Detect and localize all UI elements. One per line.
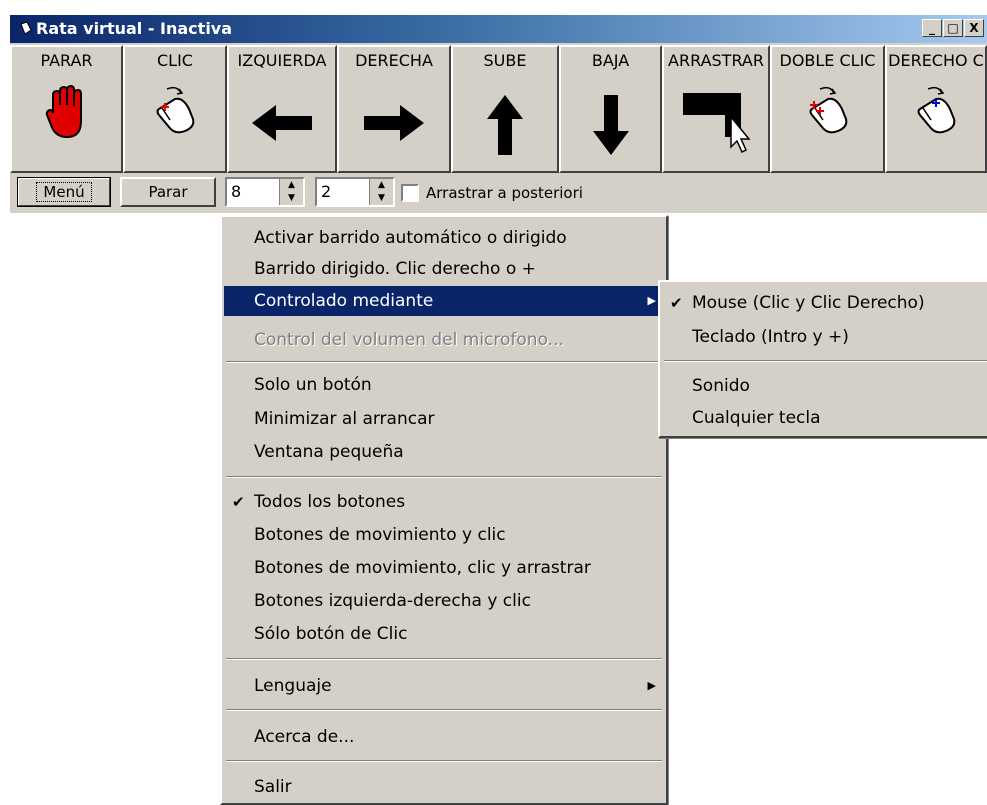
click-button[interactable]: CLIC <box>123 45 227 173</box>
drag-button[interactable]: ARRASTRAR <box>662 45 770 173</box>
left-button[interactable]: IZQUIERDA <box>227 45 337 173</box>
menu-item-click-only[interactable]: Sólo botón de Clic <box>224 619 664 649</box>
submenu-item-sound[interactable]: Sonido <box>662 371 985 401</box>
down-button[interactable]: BAJA <box>559 45 662 173</box>
menu-button-label: Menú <box>36 182 92 202</box>
step-spinner[interactable]: 2 ▲ ▼ <box>315 177 395 207</box>
control-row: Menú Parar 8 ▲ ▼ 2 ▲ ▼ Arrastrar a posteri… <box>10 175 987 211</box>
menu-item-exit[interactable]: Salir <box>224 772 664 802</box>
submenu-item-mouse-label: Mouse (Clic y Clic Derecho) <box>692 293 925 313</box>
maximize-button[interactable]: □ <box>943 19 963 37</box>
action-toolbar: PARAR CLIC IZQUIERDA DERECHA SUBE BAJA A… <box>10 45 987 173</box>
main-menu: Activar barrido automático o dirigido Ba… <box>220 215 668 805</box>
step-spinner-value: 2 <box>321 182 332 201</box>
submenu-arrow-icon: ▶ <box>647 294 656 307</box>
menu-item-directed-scan[interactable]: Barrido dirigido. Clic derecho o + <box>224 254 664 284</box>
mouse-right-click-icon <box>917 86 956 134</box>
menu-item-move-click[interactable]: Botones de movimiento y clic <box>224 520 664 550</box>
drag-button-label: ARRASTRAR <box>668 51 764 70</box>
stop-small-button[interactable]: Parar <box>120 177 216 207</box>
step-spinner-arrows[interactable]: ▲ ▼ <box>369 179 393 205</box>
menu-item-left-right-click[interactable]: Botones izquierda-derecha y clic <box>224 586 664 616</box>
menu-item-auto-scan[interactable]: Activar barrido automático o dirigido <box>224 223 664 253</box>
menu-item-controlled-by[interactable]: Controlado mediante ▶ <box>224 286 664 316</box>
menu-separator <box>226 476 662 478</box>
controlled-by-submenu: ✔ Mouse (Clic y Clic Derecho) Teclado (I… <box>658 280 987 438</box>
click-button-label: CLIC <box>157 51 193 70</box>
mouse-double-click-icon <box>809 86 847 134</box>
speed-spinner[interactable]: 8 ▲ ▼ <box>225 177 305 207</box>
menu-item-mic-volume: Control del volumen del microfono... <box>254 330 564 350</box>
drag-after-checkbox[interactable] <box>401 184 419 202</box>
check-icon: ✔ <box>232 493 245 511</box>
menu-separator <box>226 709 662 711</box>
mouse-click-icon <box>156 86 195 134</box>
right-click-button[interactable]: DERECHO C <box>885 45 987 173</box>
menu-separator <box>226 361 662 363</box>
arrow-right-icon <box>364 105 424 141</box>
menu-item-language-label: Lenguaje <box>254 676 332 696</box>
drag-icon <box>683 93 751 154</box>
right-button-label: DERECHA <box>355 51 433 70</box>
up-button[interactable]: SUBE <box>451 45 559 173</box>
speed-spinner-arrows[interactable]: ▲ ▼ <box>279 179 303 205</box>
menu-separator <box>664 360 987 362</box>
menu-separator <box>226 658 662 660</box>
drag-after-label: Arrastrar a posteriori <box>426 184 583 202</box>
mouse-app-icon <box>20 21 32 35</box>
menu-item-all-buttons[interactable]: ✔ Todos los botones <box>224 487 664 517</box>
arrow-left-icon <box>252 105 312 141</box>
arrow-down-icon <box>592 95 629 155</box>
menu-item-move-click-drag[interactable]: Botones de movimiento, clic y arrastrar <box>224 553 664 583</box>
spin-up-icon[interactable]: ▲ <box>370 179 393 192</box>
menu-item-all-buttons-label: Todos los botones <box>254 492 406 512</box>
submenu-item-keyboard[interactable]: Teclado (Intro y +) <box>662 322 985 352</box>
spin-down-icon[interactable]: ▼ <box>370 192 393 205</box>
right-button[interactable]: DERECHA <box>337 45 451 173</box>
spin-up-icon[interactable]: ▲ <box>280 179 303 192</box>
down-button-label: BAJA <box>591 51 630 70</box>
window-title: Rata virtual - Inactiva <box>36 19 233 38</box>
menu-item-small-window[interactable]: Ventana pequeña <box>224 437 664 467</box>
minimize-button[interactable]: _ <box>922 19 942 37</box>
speed-spinner-value: 8 <box>231 182 242 201</box>
menu-item-controlled-by-label: Controlado mediante <box>254 291 434 311</box>
double-click-button[interactable]: DOBLE CLIC <box>770 45 885 173</box>
submenu-arrow-icon: ▶ <box>647 679 656 692</box>
menu-separator <box>226 760 662 762</box>
right-click-button-label: DERECHO C <box>888 51 984 70</box>
arrow-up-icon <box>487 95 523 155</box>
spin-down-icon[interactable]: ▼ <box>280 192 303 205</box>
stop-hand-icon <box>45 85 82 139</box>
menu-button[interactable]: Menú <box>17 177 111 207</box>
close-button[interactable]: X <box>964 19 984 37</box>
stop-button-label: PARAR <box>40 51 93 70</box>
check-icon: ✔ <box>670 294 683 312</box>
menu-item-language[interactable]: Lenguaje ▶ <box>224 671 664 701</box>
submenu-item-any-key[interactable]: Cualquier tecla <box>662 403 985 433</box>
menu-item-about[interactable]: Acerca de... <box>224 722 664 752</box>
menu-item-minimize-start[interactable]: Minimizar al arrancar <box>224 404 664 434</box>
menu-item-single-button[interactable]: Solo un botón <box>224 370 664 400</box>
title-bar[interactable]: Rata virtual - Inactiva _ □ X <box>10 15 987 43</box>
double-click-button-label: DOBLE CLIC <box>779 51 876 70</box>
left-button-label: IZQUIERDA <box>237 51 327 70</box>
up-button-label: SUBE <box>483 51 527 70</box>
stop-button[interactable]: PARAR <box>10 45 123 173</box>
app-window: Rata virtual - Inactiva _ □ X PARAR CLIC… <box>10 15 987 213</box>
submenu-item-mouse[interactable]: ✔ Mouse (Clic y Clic Derecho) <box>662 288 985 318</box>
